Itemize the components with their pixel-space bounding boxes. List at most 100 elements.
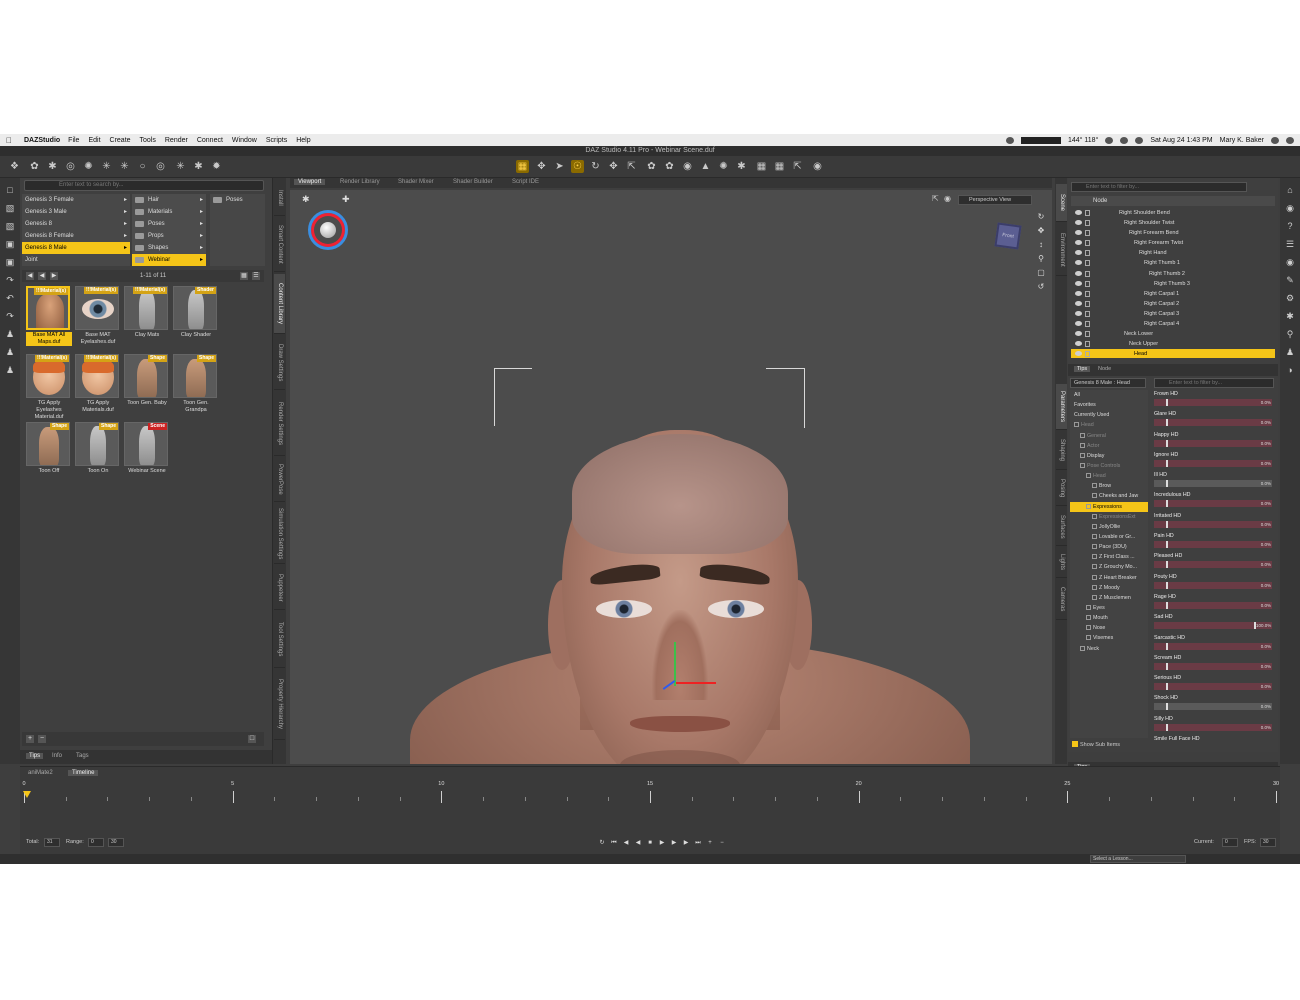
eye-icon[interactable] (1075, 250, 1082, 256)
eye-icon[interactable] (1075, 290, 1082, 296)
slider-value-field[interactable]: 0.0% (1256, 419, 1272, 427)
puppeteer-icon[interactable]: ▲ (699, 160, 712, 173)
parameter-group-item[interactable]: Eyes (1070, 603, 1148, 613)
expression-slider[interactable]: Rage HD 0.0% (1152, 593, 1274, 613)
copy-icon[interactable]: □ (248, 735, 256, 743)
parameter-group-item[interactable]: Nose (1070, 623, 1148, 633)
content-asset-tile[interactable]: !!!Material(s) Base MAT Eyelashes.duf (75, 286, 121, 346)
bluetooth-icon[interactable] (1120, 136, 1129, 144)
lock-icon[interactable]: ⚲ (1284, 328, 1296, 340)
slider-value-field[interactable]: 0.0% (1256, 520, 1272, 528)
vtab-left-8[interactable]: Tool Settings (274, 612, 285, 668)
slider-handle[interactable] (1166, 601, 1168, 609)
aux-view-icon[interactable]: ✱ (302, 194, 310, 205)
volume-icon[interactable] (1135, 136, 1144, 144)
slider-track[interactable] (1154, 399, 1256, 406)
playhead-marker[interactable] (23, 791, 31, 798)
weight-map-icon[interactable]: ✹ (210, 160, 223, 173)
menu-help[interactable]: Help (296, 137, 310, 144)
lock-icon[interactable] (1085, 321, 1090, 328)
vtab-left-6[interactable]: Simulation Settings (274, 504, 285, 564)
lesson-select[interactable]: Select a Lesson... (1090, 855, 1186, 863)
slider-value-field[interactable]: 0.0% (1256, 541, 1272, 549)
reset-view-icon[interactable]: ↺ (1036, 282, 1046, 292)
eye-icon[interactable] (1075, 300, 1082, 306)
slider-handle[interactable] (1166, 439, 1168, 447)
parameter-group-item[interactable]: Z Musclemen (1070, 593, 1148, 603)
lock-icon[interactable] (1085, 290, 1090, 297)
expression-slider[interactable]: Ignore HD 0.0% (1152, 451, 1274, 471)
slider-value-field[interactable]: 0.0% (1256, 642, 1272, 650)
scene-node-row[interactable]: Right Hand (1071, 248, 1275, 258)
figure-scalp[interactable] (572, 434, 788, 554)
folder-joint[interactable]: Joint (22, 254, 130, 266)
lock-icon[interactable] (1085, 250, 1090, 257)
expression-slider[interactable]: Smile Full Face HD (1152, 735, 1274, 740)
slider-handle[interactable] (1166, 581, 1168, 589)
vtab-left-2[interactable]: Content Library (274, 274, 285, 334)
grid-view-icon[interactable]: ▦ (240, 272, 248, 280)
universal-transform-icon[interactable]: ▦ (516, 160, 529, 173)
app-menu[interactable]: DAZStudio (24, 137, 60, 144)
scene-node-row[interactable]: Right Shoulder Twist (1071, 218, 1275, 228)
transfer-tool-icon[interactable]: ✳ (118, 160, 131, 173)
list-view-icon[interactable]: ☰ (252, 272, 260, 280)
scene-filter-input[interactable]: Enter text to filter by... (1071, 182, 1247, 192)
parameter-group-item[interactable]: Cheeks and Jaw (1070, 491, 1148, 501)
slider-handle[interactable] (1166, 399, 1168, 406)
vtab-left-9[interactable]: Property Hierarchy (274, 670, 285, 740)
export-icon[interactable]: ↷ (4, 274, 16, 286)
expression-slider[interactable]: Irritated HD 0.0% (1152, 512, 1274, 532)
page-first-icon[interactable]: ◀ (26, 272, 34, 280)
transform-axis-x[interactable] (676, 682, 716, 684)
frame-icon[interactable]: ▢ (1036, 268, 1046, 278)
tab-shader-builder[interactable]: Shader Builder (449, 179, 497, 185)
remove-key-icon[interactable]: − (718, 839, 726, 847)
slider-value-field[interactable]: 0.0% (1256, 601, 1272, 609)
slider-handle[interactable] (1166, 459, 1168, 467)
eye-icon[interactable] (1075, 341, 1082, 347)
slider-track[interactable] (1154, 419, 1256, 427)
parameter-group-item[interactable]: Mouth (1070, 613, 1148, 623)
vtab-param-2[interactable]: Posing (1056, 472, 1067, 506)
folder-materials[interactable]: Materials ▸ (132, 206, 206, 218)
view-cube[interactable]: Front (994, 222, 1022, 250)
slider-handle[interactable] (1166, 520, 1168, 528)
active-pose-icon[interactable]: ☉ (571, 160, 584, 173)
camera-select-dropdown[interactable]: Perspective View (958, 195, 1032, 205)
vtab-right-1[interactable]: Environment (1056, 224, 1067, 276)
parameter-group-item[interactable]: Pace (3DU) (1070, 542, 1148, 552)
parameter-group-item[interactable]: Head (1070, 420, 1148, 430)
skip-start-icon[interactable]: ⏮ (610, 839, 618, 847)
tab-tips[interactable]: Tips (26, 753, 44, 759)
content-search-input[interactable]: Enter text to search by... (24, 180, 264, 191)
content-asset-tile[interactable]: Shape Toon On (75, 422, 121, 475)
expression-slider[interactable]: Happy HD 0.0% (1152, 431, 1274, 451)
new-file-icon[interactable]: □ (4, 184, 16, 196)
folder-genesis-8-female[interactable]: Genesis 8 Female ▸ (22, 230, 130, 242)
tab-tags[interactable]: Tags (76, 753, 89, 759)
slider-track[interactable] (1154, 520, 1256, 528)
parameter-group-item[interactable]: Display (1070, 451, 1148, 461)
show-sub-items-checkbox[interactable]: Show Sub Items (1072, 741, 1120, 748)
lock-icon[interactable] (1085, 260, 1090, 267)
scene-node-row[interactable]: Right Thumb 1 (1071, 258, 1275, 268)
expression-slider[interactable]: Ill HD 0.0% (1152, 471, 1274, 491)
eye-icon[interactable] (1075, 331, 1082, 337)
tool-icon[interactable]: ✱ (1284, 310, 1296, 322)
vtab-right-0[interactable]: Scene (1056, 184, 1067, 222)
menu-edit[interactable]: Edit (88, 137, 100, 144)
content-asset-tile[interactable]: !!!Material(s) Base MAT All Maps.duf (26, 286, 72, 346)
spotlight-icon[interactable]: ✱ (735, 160, 748, 173)
timeline-ruler[interactable]: 0 5 10 15 20 25 30 (22, 781, 1279, 807)
slider-track[interactable] (1154, 622, 1256, 630)
region-navigator-icon[interactable]: ○ (136, 160, 149, 173)
select-arrow-icon[interactable]: ➤ (553, 160, 566, 173)
total-frames-field[interactable]: 31 (44, 838, 60, 847)
joint-editor-icon[interactable]: ✿ (28, 160, 41, 173)
save-as-icon[interactable]: ▣ (4, 256, 16, 268)
smart-content-icon[interactable]: ◉ (1284, 202, 1296, 214)
parameter-group-item[interactable]: Z First Class ... (1070, 552, 1148, 562)
orbit-icon[interactable]: ↻ (1036, 212, 1046, 222)
tab-scene-node[interactable]: Node (1098, 366, 1111, 372)
